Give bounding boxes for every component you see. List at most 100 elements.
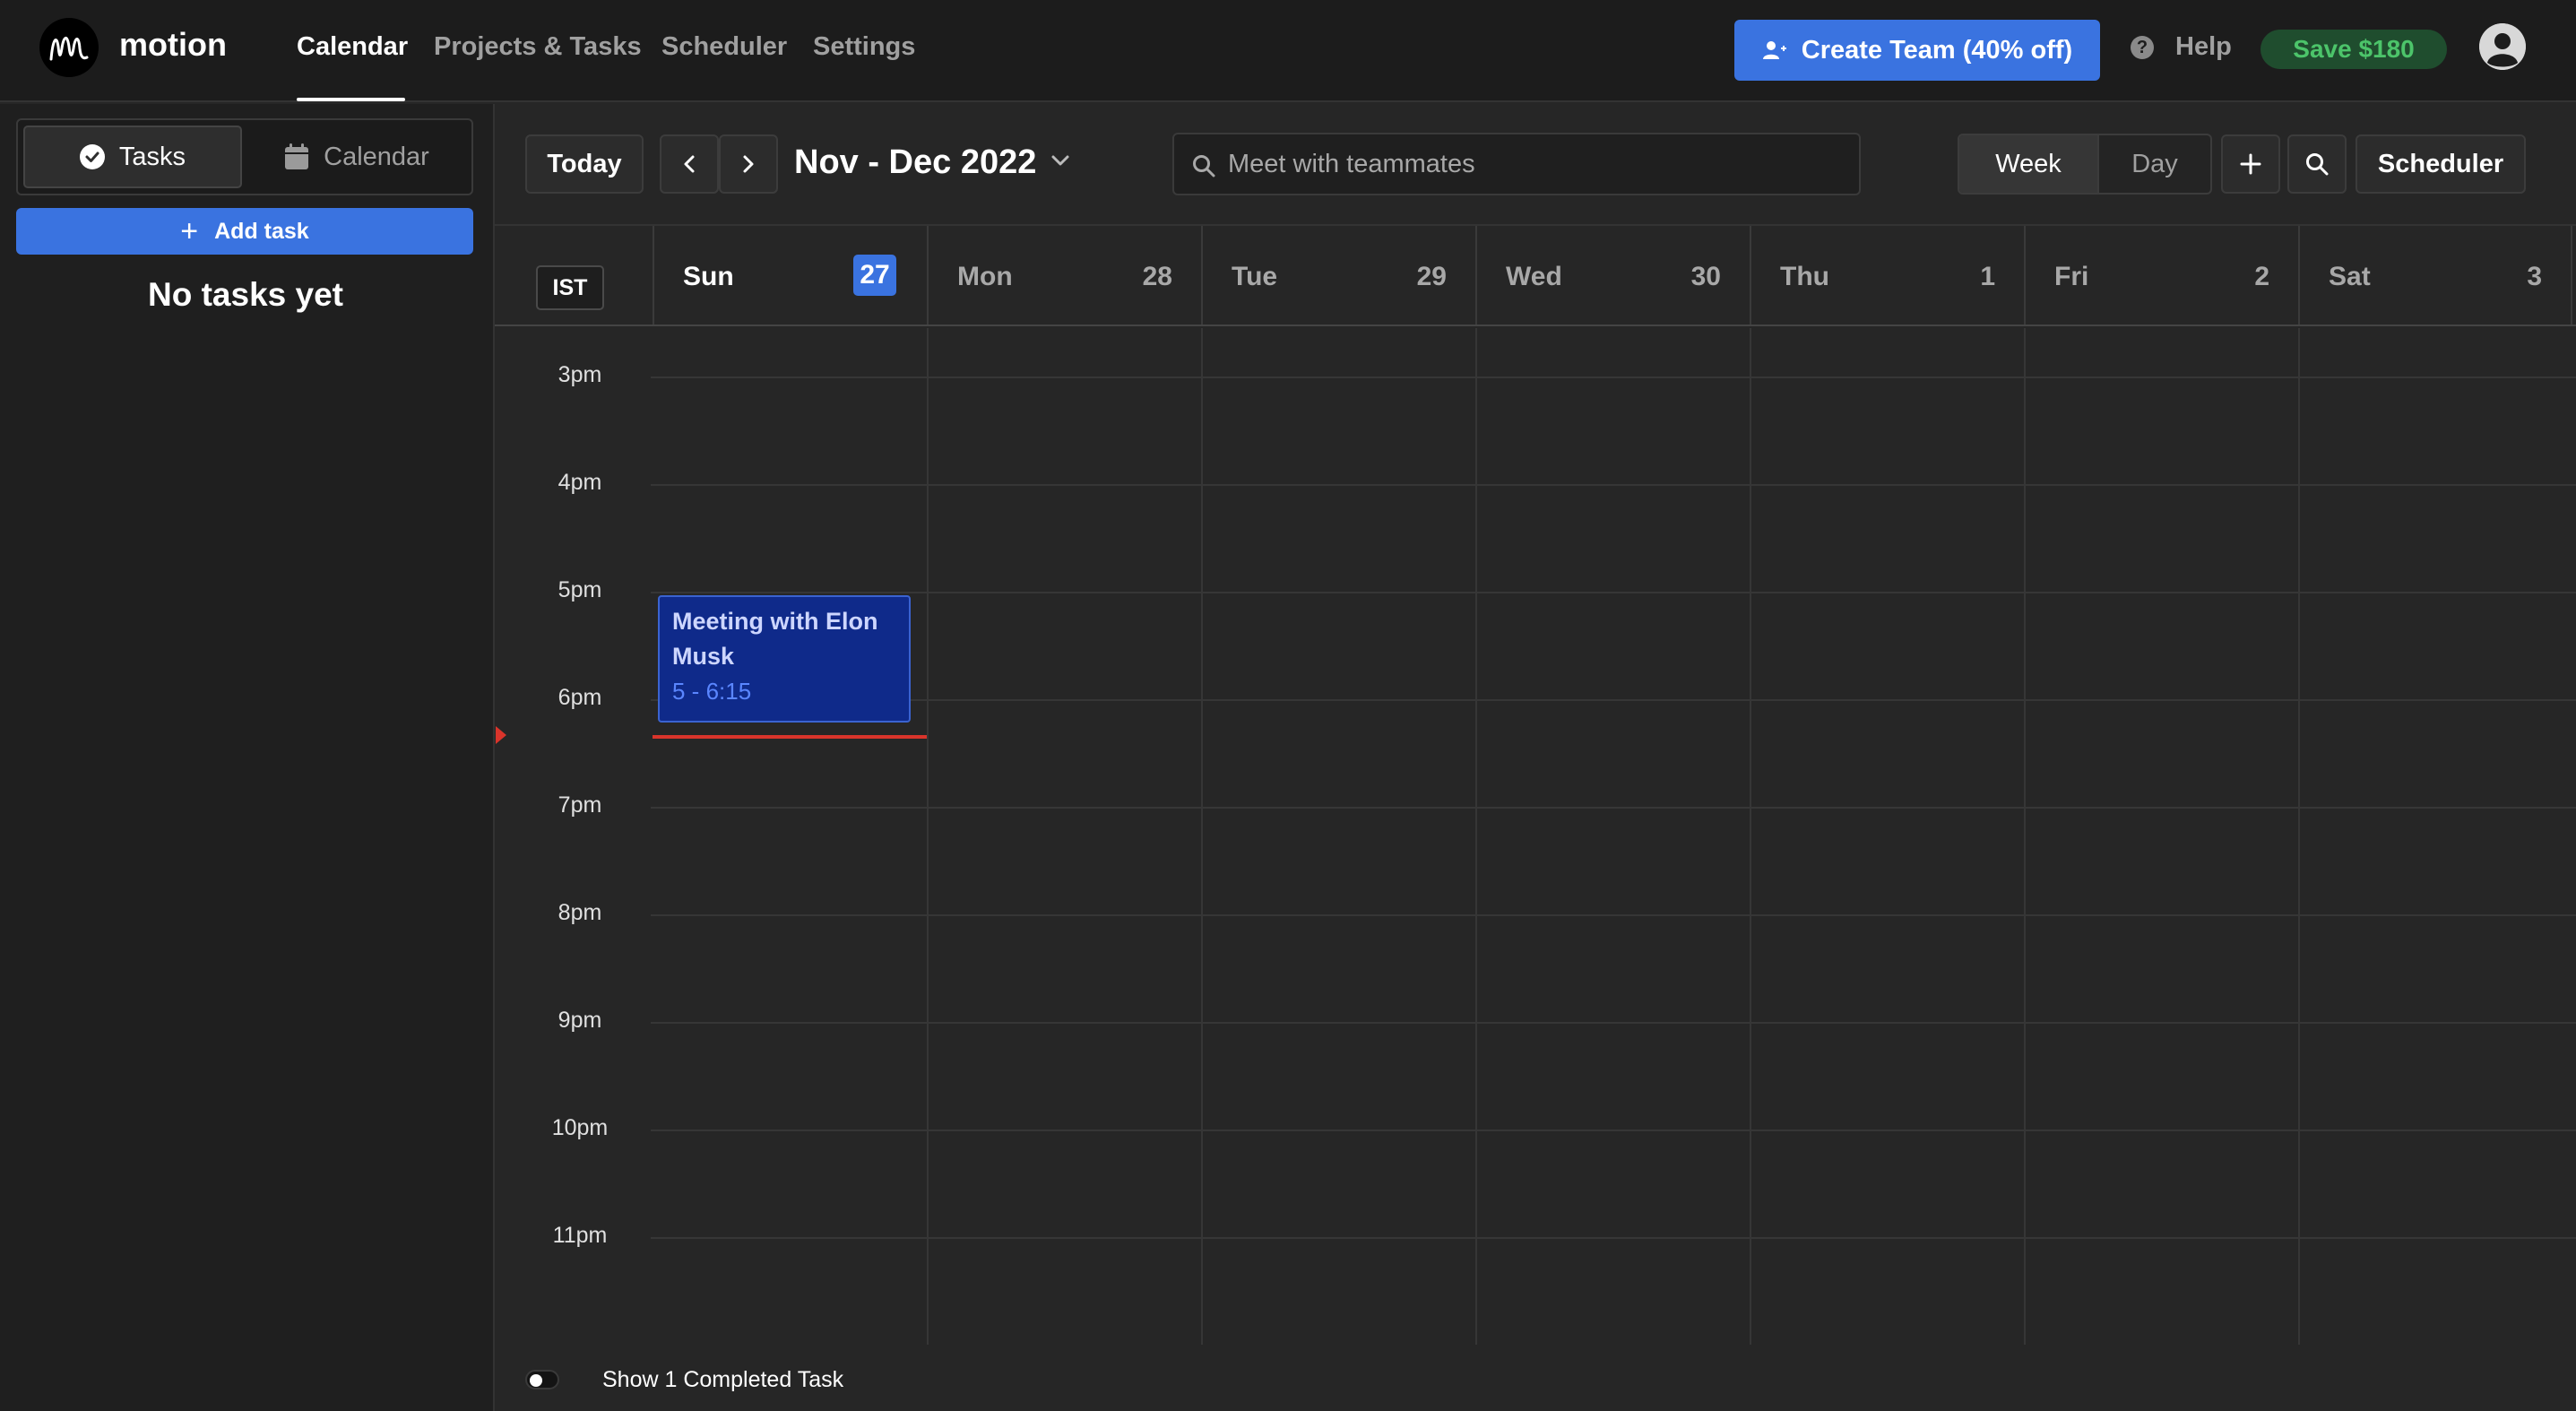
chevron-down-icon[interactable] xyxy=(1050,154,1070,167)
current-time-line xyxy=(653,735,927,739)
day-name: Sat xyxy=(2329,262,2371,291)
day-name: Mon xyxy=(957,262,1013,291)
hour-label: 9pm xyxy=(558,1008,602,1033)
hour-label: 6pm xyxy=(558,685,602,710)
day-number: 30 xyxy=(1690,262,1721,291)
column-divider xyxy=(927,328,929,1345)
date-range-title[interactable]: Nov - Dec 2022 xyxy=(794,143,1036,182)
check-circle-icon xyxy=(79,144,105,169)
add-task-button[interactable]: + Add task xyxy=(16,208,473,255)
day-header-sun[interactable]: Sun 27 xyxy=(653,226,927,325)
column-divider xyxy=(2024,328,2026,1345)
top-navigation-bar: motion Calendar Projects & Tasks Schedul… xyxy=(0,0,2576,102)
event-time: 5 - 6:15 xyxy=(672,678,752,705)
add-event-button[interactable] xyxy=(2221,134,2280,194)
day-number: 29 xyxy=(1416,262,1447,291)
hour-label: 3pm xyxy=(558,362,602,387)
plus-icon xyxy=(2240,153,2261,175)
hour-label: 11pm xyxy=(552,1223,608,1248)
day-view-button[interactable]: Day xyxy=(2097,135,2210,193)
tab-tasks-label: Tasks xyxy=(118,142,186,171)
task-sidebar: Tasks Calendar + Add task No tasks yet xyxy=(0,104,495,1411)
hour-gridline xyxy=(651,1022,2576,1024)
chevron-left-icon xyxy=(684,155,695,173)
hour-gridline xyxy=(651,377,2576,378)
day-name: Wed xyxy=(1506,262,1562,291)
motion-logo-icon[interactable] xyxy=(39,18,99,77)
week-view-button[interactable]: Week xyxy=(1959,135,2097,193)
search-icon xyxy=(2306,153,2329,176)
hour-label: 7pm xyxy=(558,792,602,818)
current-time-marker-icon xyxy=(496,726,506,744)
add-task-label: Add task xyxy=(214,218,309,244)
brand-name[interactable]: motion xyxy=(119,26,227,64)
day-header-sat[interactable]: Sat 3 xyxy=(2298,226,2572,325)
day-name: Thu xyxy=(1780,262,1829,291)
empty-tasks-message: No tasks yet xyxy=(148,276,343,313)
column-divider xyxy=(2298,328,2300,1345)
day-number: 28 xyxy=(1142,262,1172,291)
hour-label: 10pm xyxy=(551,1115,609,1140)
toggle-knob xyxy=(530,1374,542,1387)
column-divider xyxy=(1750,328,1751,1345)
hour-gridline xyxy=(651,807,2576,809)
hour-label: 4pm xyxy=(558,470,602,495)
timezone-badge[interactable]: IST xyxy=(536,265,604,310)
help-icon[interactable]: ? xyxy=(2131,36,2154,59)
day-name: Tue xyxy=(1232,262,1278,291)
week-time-grid[interactable]: 3pm 4pm 5pm 6pm 7pm 8pm 9pm 10pm 11pm xyxy=(495,328,2576,1345)
day-header-mon[interactable]: Mon 28 xyxy=(927,226,1201,325)
nav-settings[interactable]: Settings xyxy=(813,32,915,62)
day-header-tue[interactable]: Tue 29 xyxy=(1201,226,1475,325)
day-header-wed[interactable]: Wed 30 xyxy=(1475,226,1750,325)
hour-gridline xyxy=(651,699,2576,701)
search-icon xyxy=(1193,155,1215,177)
hour-label: 5pm xyxy=(558,577,602,602)
hour-gridline xyxy=(651,484,2576,486)
day-name: Sun xyxy=(683,262,734,291)
nav-active-indicator xyxy=(297,98,405,101)
show-completed-label[interactable]: Show 1 Completed Task xyxy=(602,1367,843,1393)
calendar-icon xyxy=(285,143,309,169)
hour-gridline xyxy=(651,592,2576,593)
hour-label: 8pm xyxy=(558,900,602,925)
nav-projects-tasks[interactable]: Projects & Tasks xyxy=(434,32,642,62)
tab-calendar-label: Calendar xyxy=(324,142,429,171)
day-header-thu[interactable]: Thu 1 xyxy=(1750,226,2024,325)
tab-tasks[interactable]: Tasks xyxy=(23,126,242,188)
calendar-event[interactable]: Meeting with Elon Musk 5 - 6:15 xyxy=(658,595,911,723)
hour-gridline xyxy=(651,914,2576,916)
column-divider xyxy=(1201,328,1203,1345)
save-discount-badge[interactable]: Save $180 xyxy=(2260,30,2447,69)
hour-gridline xyxy=(651,1237,2576,1239)
add-user-icon xyxy=(1762,41,1786,59)
tab-calendar[interactable]: Calendar xyxy=(247,126,466,188)
user-avatar-icon[interactable] xyxy=(2479,23,2526,70)
calendar-search-button[interactable] xyxy=(2287,134,2347,194)
column-divider xyxy=(1475,328,1477,1345)
day-number: 3 xyxy=(2527,262,2542,291)
scheduler-button[interactable]: Scheduler xyxy=(2356,134,2526,194)
day-name: Fri xyxy=(2054,262,2089,291)
nav-calendar[interactable]: Calendar xyxy=(297,32,408,62)
previous-week-button[interactable] xyxy=(660,134,719,194)
show-completed-toggle[interactable] xyxy=(525,1370,559,1389)
day-number: 2 xyxy=(2254,262,2269,291)
hour-gridline xyxy=(651,1130,2576,1131)
chevron-right-icon xyxy=(743,155,754,173)
view-toggle: Week Day xyxy=(1958,134,2212,195)
search-bar[interactable] xyxy=(1172,133,1861,195)
event-title: Meeting with Elon Musk xyxy=(672,608,878,670)
plus-icon: + xyxy=(180,214,199,248)
next-week-button[interactable] xyxy=(719,134,778,194)
today-button[interactable]: Today xyxy=(525,134,644,194)
today-date-badge: 27 xyxy=(853,255,896,296)
help-link[interactable]: Help xyxy=(2175,32,2232,62)
create-team-label: Create Team (40% off) xyxy=(1801,35,2073,65)
sidebar-tab-switcher: Tasks Calendar xyxy=(16,118,473,195)
day-header-fri[interactable]: Fri 2 xyxy=(2024,226,2298,325)
search-input[interactable] xyxy=(1228,145,1846,183)
day-number: 1 xyxy=(1980,262,1995,291)
create-team-button[interactable]: Create Team (40% off) xyxy=(1734,20,2100,81)
nav-scheduler[interactable]: Scheduler xyxy=(661,32,787,62)
